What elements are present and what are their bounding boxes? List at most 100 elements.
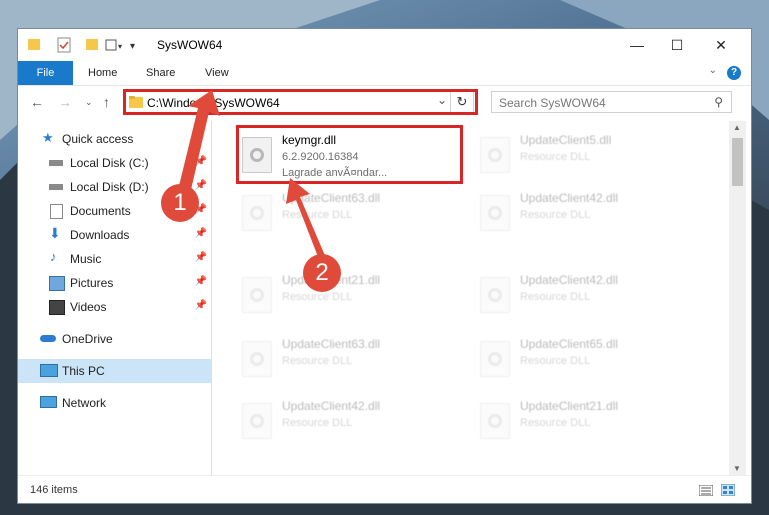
file-name: UpdateClient42.dll (282, 399, 381, 413)
file-description: Resource DLL (520, 151, 591, 163)
file-tile[interactable]: UpdateClient63.dll Resource DLL (234, 185, 454, 241)
file-name: UpdateClient65.dll (520, 337, 619, 351)
sidebar-item-label: Network (62, 396, 107, 410)
tiles-view-icon[interactable] (721, 484, 735, 496)
dll-file-icon (242, 277, 272, 313)
file-name: UpdateClient5.dll (520, 133, 612, 147)
pin-icon: 📌 (194, 228, 207, 239)
sidebar-item-label: Videos (70, 300, 107, 314)
navigation-bar: ← → ⌄ ↑ C:\Windows\SysWOW64 ⌄ ↻ Search S… (18, 85, 751, 120)
file-description: Resource DLL (520, 417, 591, 429)
downloads-icon: ⬇ (49, 225, 61, 241)
navigation-pane: ★ Quick access Local Disk (C:) 📌 Local D… (18, 121, 212, 475)
window-title: SysWOW64 (157, 38, 223, 52)
pin-icon: 📌 (194, 276, 207, 287)
status-bar: 146 items (18, 475, 751, 506)
address-highlight-box (123, 89, 478, 115)
file-name: UpdateClient42.dll (520, 191, 619, 205)
search-icon[interactable]: ⚲ (714, 95, 723, 109)
tab-file[interactable]: File (18, 61, 73, 85)
file-description: Resource DLL (282, 355, 353, 367)
music-icon: ♪ (50, 249, 57, 264)
dll-file-icon (242, 403, 272, 439)
file-tile[interactable]: UpdateClient42.dll Resource DLL (472, 267, 692, 323)
item-count: 146 items (30, 484, 78, 496)
star-icon: ★ (42, 130, 54, 145)
tab-view[interactable]: View (205, 61, 229, 85)
dll-file-icon (480, 277, 510, 313)
sidebar-item-label: This PC (62, 364, 105, 378)
sidebar-item-pictures[interactable]: Pictures 📌 (18, 271, 211, 295)
documents-icon (50, 204, 63, 219)
computer-icon (40, 364, 58, 377)
ribbon-tabs: File Home Share View ⌄ ? (18, 61, 751, 85)
vertical-scrollbar[interactable]: ▲ ▼ (729, 121, 746, 475)
close-button[interactable]: ✕ (698, 29, 744, 61)
title-bar: ▾ ▾ SysWOW64 — ☐ ✕ (18, 29, 751, 61)
sidebar-item-label: Quick access (62, 132, 134, 146)
file-tile[interactable]: UpdateClient21.dll Resource DLL (234, 267, 454, 323)
scrollbar-thumb[interactable] (732, 138, 743, 186)
tab-share[interactable]: Share (146, 61, 175, 85)
pane-splitter[interactable] (211, 121, 212, 475)
maximize-button[interactable]: ☐ (654, 29, 700, 61)
sidebar-item-quick-access[interactable]: ★ Quick access (18, 127, 211, 151)
sidebar-item-label: Pictures (70, 276, 114, 290)
sidebar-item-this-pc[interactable]: This PC (18, 359, 211, 383)
file-tile[interactable]: UpdateClient5.dll Resource DLL (472, 127, 692, 183)
help-icon[interactable]: ? (727, 66, 741, 80)
search-placeholder: Search SysWOW64 (499, 96, 606, 110)
file-description: Resource DLL (282, 417, 353, 429)
details-view-icon[interactable] (699, 485, 713, 496)
pin-icon: 📌 (194, 180, 207, 191)
sidebar-item-onedrive[interactable]: OneDrive (18, 327, 211, 351)
explorer-window: ▾ ▾ SysWOW64 — ☐ ✕ File Home Share View … (17, 28, 752, 504)
dll-file-icon (242, 341, 272, 377)
sidebar-item-label: Documents (70, 204, 131, 218)
file-description: Resource DLL (520, 355, 591, 367)
sidebar-item-label: Downloads (70, 228, 130, 242)
dll-file-icon (480, 341, 510, 377)
file-tile[interactable]: UpdateClient21.dll Resource DLL (472, 393, 692, 449)
pin-icon: 📌 (194, 300, 207, 311)
quick-access-toolbar[interactable]: ▾ ▾ (26, 37, 146, 53)
pictures-icon (49, 276, 65, 291)
sidebar-item-videos[interactable]: Videos 📌 (18, 295, 211, 319)
recent-locations-icon[interactable]: ⌄ (85, 97, 93, 108)
pin-icon: 📌 (194, 252, 207, 263)
sidebar-item-network[interactable]: Network (18, 391, 211, 415)
back-arrow-icon[interactable]: ← (30, 94, 44, 110)
network-icon (40, 396, 57, 408)
dll-file-icon (242, 195, 272, 231)
cloud-icon (40, 335, 56, 342)
sidebar-item-label: Local Disk (D:) (70, 180, 149, 194)
svg-text:▾: ▾ (118, 42, 122, 51)
pin-icon: 📌 (194, 156, 207, 167)
file-name: UpdateClient42.dll (520, 273, 619, 287)
file-name: UpdateClient21.dll (520, 399, 619, 413)
up-arrow-icon[interactable]: ↑ (103, 94, 110, 110)
file-tile[interactable]: UpdateClient63.dll Resource DLL (234, 331, 454, 387)
sidebar-item-downloads[interactable]: ⬇ Downloads 📌 (18, 223, 211, 247)
forward-arrow-icon[interactable]: → (58, 94, 72, 110)
file-highlight-box (236, 125, 463, 184)
drive-icon (49, 184, 63, 190)
file-description: Resource DLL (282, 291, 353, 303)
sidebar-item-music[interactable]: ♪ Music 📌 (18, 247, 211, 271)
expand-ribbon-icon[interactable]: ⌄ (709, 65, 717, 76)
drive-icon (49, 160, 63, 166)
file-name: UpdateClient63.dll (282, 191, 381, 205)
dll-file-icon (480, 195, 510, 231)
file-name: UpdateClient63.dll (282, 337, 381, 351)
file-tile[interactable]: UpdateClient65.dll Resource DLL (472, 331, 692, 387)
file-tile[interactable]: UpdateClient42.dll Resource DLL (234, 393, 454, 449)
file-tile[interactable]: UpdateClient42.dll Resource DLL (472, 185, 692, 241)
tab-home[interactable]: Home (88, 61, 117, 85)
scroll-down-icon[interactable]: ▼ (733, 464, 741, 473)
svg-text:▾: ▾ (130, 41, 135, 52)
search-input[interactable]: Search SysWOW64 ⚲ (491, 91, 732, 113)
dll-file-icon (480, 403, 510, 439)
sidebar-item-label: OneDrive (62, 332, 113, 346)
sidebar-item-local-disk-c[interactable]: Local Disk (C:) 📌 (18, 151, 211, 175)
scroll-up-icon[interactable]: ▲ (733, 123, 741, 132)
